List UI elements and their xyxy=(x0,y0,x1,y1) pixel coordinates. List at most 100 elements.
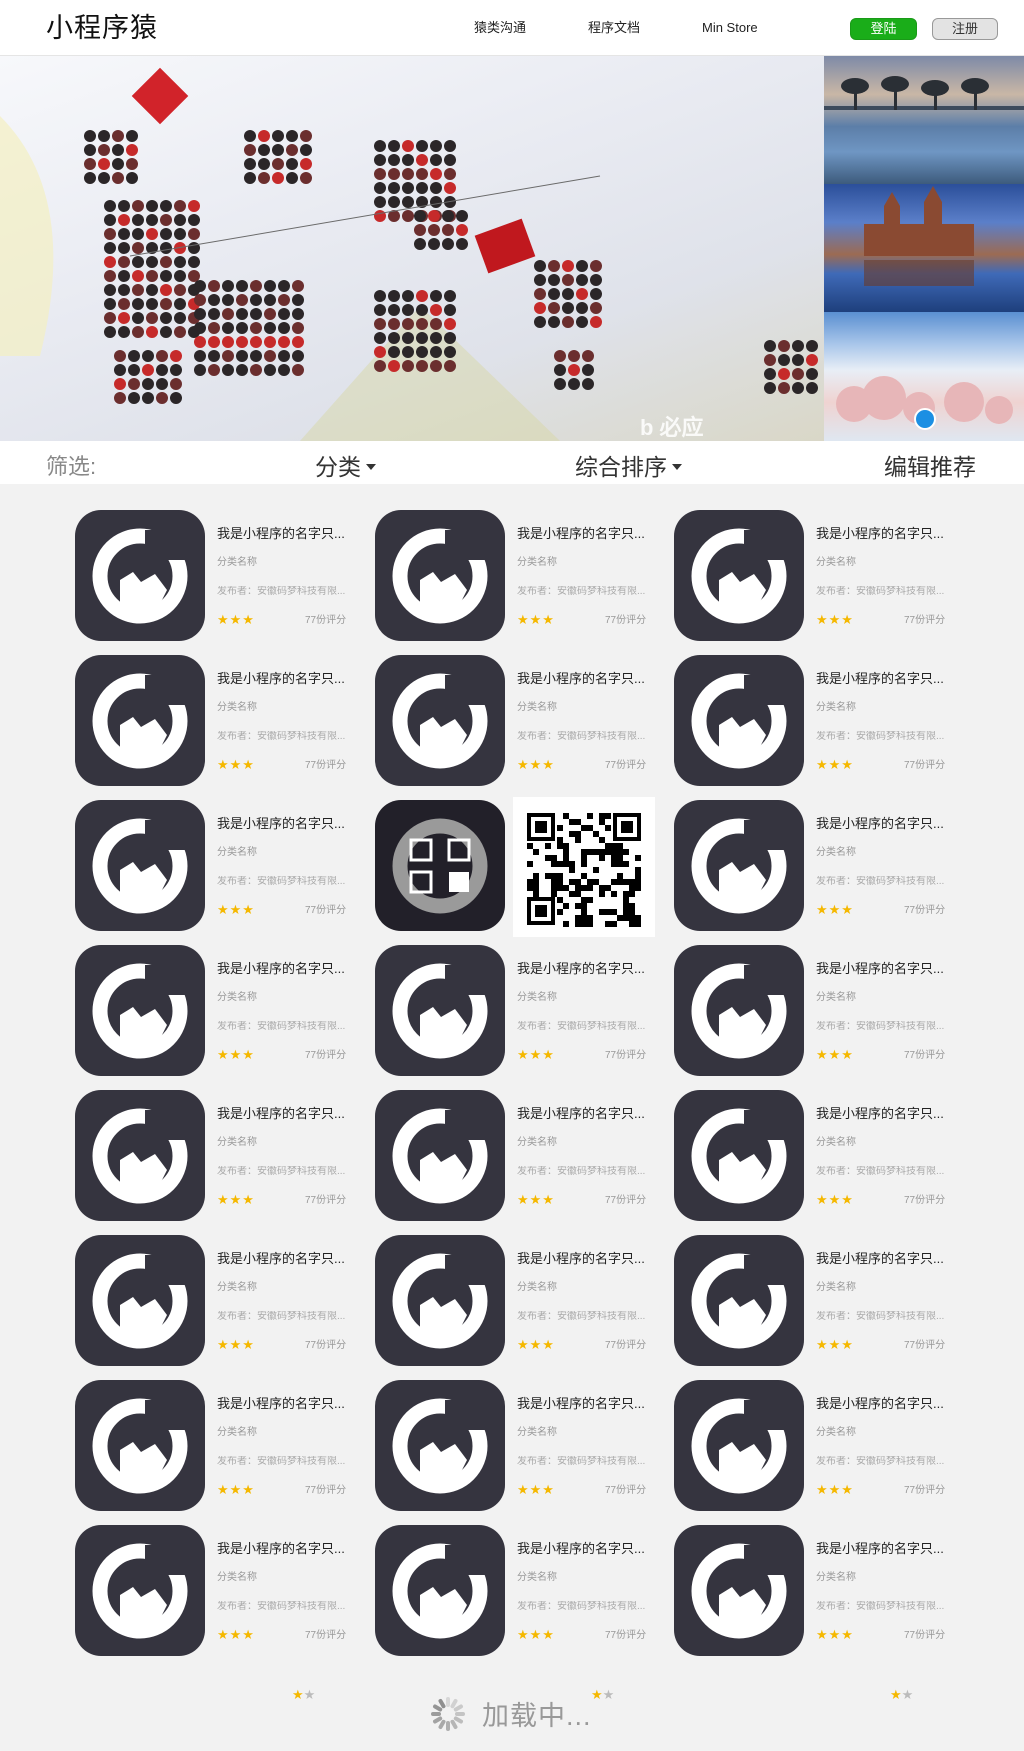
app-name[interactable]: 我是小程序的名字只... xyxy=(217,671,357,687)
app-logo-icon[interactable] xyxy=(375,1380,505,1511)
app-card[interactable]: 我是小程序的名字只... 分类名称 发布者：安徽码梦科技有限... ★★★ 77份评分 xyxy=(375,1090,655,1221)
app-card[interactable]: 我是小程序的名字只... 分类名称 发布者：安徽码梦科技有限... ★★★ 77份评分 xyxy=(75,1525,355,1656)
star-rating-icon: ★★★ xyxy=(816,757,854,772)
app-card[interactable]: 我是小程序的名字只... 分类名称 发布者：安徽码梦科技有限... ★★★ 77份评分 xyxy=(375,510,655,641)
site-logo[interactable]: 小程序猿 xyxy=(46,10,158,46)
app-card[interactable]: 我是小程序的名字只... 分类名称 发布者：安徽码梦科技有限... ★★★ 77份评分 xyxy=(75,1090,355,1221)
login-button[interactable]: 登陆 xyxy=(850,18,917,40)
star-rating-icon: ★★★ xyxy=(517,1627,555,1642)
app-logo-icon[interactable] xyxy=(75,1235,205,1366)
app-name[interactable]: 我是小程序的名字只... xyxy=(517,1396,657,1412)
app-name[interactable]: 我是小程序的名字只... xyxy=(816,1541,956,1557)
category-dropdown[interactable]: 分类 xyxy=(315,448,376,482)
app-card[interactable]: 我是小程序的名字只... 分类名称 发布者：安徽码梦科技有限... ★★★ 77份评分 xyxy=(375,655,655,786)
hero-image[interactable]: b 必应 xyxy=(0,56,824,441)
app-logo-icon[interactable] xyxy=(75,945,205,1076)
app-name[interactable]: 我是小程序的名字只... xyxy=(517,961,657,977)
app-logo-icon[interactable] xyxy=(674,1380,804,1511)
app-name[interactable]: 我是小程序的名字只... xyxy=(816,1251,956,1267)
app-card[interactable]: 我是小程序的名字只... 分类名称 发布者：安徽码梦科技有限... ★★★ 77份评分 xyxy=(674,1090,954,1221)
star-rating-icon: ★★★ xyxy=(217,1192,255,1207)
app-name[interactable]: 我是小程序的名字只... xyxy=(816,961,956,977)
app-logo-icon[interactable] xyxy=(674,1090,804,1221)
banner-thumb-castle[interactable] xyxy=(824,184,1024,312)
app-logo-icon[interactable] xyxy=(75,1090,205,1221)
sort-dropdown[interactable]: 综合排序 xyxy=(575,448,682,482)
app-logo-icon[interactable] xyxy=(375,1090,505,1221)
app-logo-icon[interactable] xyxy=(674,510,804,641)
app-logo-icon[interactable] xyxy=(674,945,804,1076)
app-name[interactable]: 我是小程序的名字只... xyxy=(217,1396,357,1412)
app-logo-icon[interactable] xyxy=(75,800,205,931)
star-rating-icon: ★★★ xyxy=(217,1627,255,1642)
app-name[interactable]: 我是小程序的名字只... xyxy=(816,816,956,832)
spinner-icon xyxy=(431,1697,465,1731)
app-name[interactable]: 我是小程序的名字只... xyxy=(517,671,657,687)
app-logo-icon[interactable] xyxy=(375,655,505,786)
app-name[interactable]: 我是小程序的名字只... xyxy=(517,1106,657,1122)
app-publisher: 发布者：安徽码梦科技有限... xyxy=(517,586,646,597)
app-logo-icon[interactable] xyxy=(75,1380,205,1511)
app-name[interactable]: 我是小程序的名字只... xyxy=(517,1251,657,1267)
app-name[interactable]: 我是小程序的名字只... xyxy=(816,1396,956,1412)
app-card[interactable]: 我是小程序的名字只... 分类名称 发布者：安徽码梦科技有限... ★★★ 77份评分 xyxy=(75,510,355,641)
nav-item-community[interactable]: 猿类沟通 xyxy=(474,20,526,36)
app-card[interactable]: 我是小程序的名字只... 分类名称 发布者：安徽码梦科技有限... ★★★ 77份评分 xyxy=(674,655,954,786)
app-name[interactable]: 我是小程序的名字只... xyxy=(217,526,357,542)
app-card[interactable]: 我是小程序的名字只... 分类名称 发布者：安徽码梦科技有限... ★★★ 77份评分 xyxy=(674,1380,954,1511)
app-name[interactable]: 我是小程序的名字只... xyxy=(816,526,956,542)
nav-item-docs[interactable]: 程序文档 xyxy=(588,20,640,36)
category-dropdown-label: 分类 xyxy=(315,454,361,480)
app-name[interactable]: 我是小程序的名字只... xyxy=(816,671,956,687)
app-logo-icon[interactable] xyxy=(375,800,505,931)
app-card[interactable]: 我是小程序的名字只... 分类名称 发布者：安徽码梦科技有限... ★★★ 77份评分 xyxy=(75,1235,355,1366)
app-logo-icon[interactable] xyxy=(375,510,505,641)
nav-item-min-store[interactable]: Min Store xyxy=(702,20,758,36)
app-card[interactable]: 我是小程序的名字只... 分类名称 发布者：安徽码梦科技有限... ★★★ 77份评分 xyxy=(75,1380,355,1511)
app-card[interactable]: 我是小程序的名字只... 分类名称 发布者：安徽码梦科技有限... ★★★ 77份评分 xyxy=(375,1525,655,1656)
app-name[interactable]: 我是小程序的名字只... xyxy=(217,816,357,832)
app-card[interactable]: 我是小程序的名字只... 分类名称 发布者：安徽码梦科技有限... ★★★ 77份评分 xyxy=(674,1525,954,1656)
app-card[interactable]: 我是小程序的名字只... 分类名称 发布者：安徽码梦科技有限... ★★★ 77份评分 xyxy=(674,945,954,1076)
banner-carousel[interactable]: b 必应 xyxy=(0,56,1024,441)
app-logo-icon[interactable] xyxy=(75,655,205,786)
app-name[interactable]: 我是小程序的名字只... xyxy=(217,1251,357,1267)
app-name[interactable]: 我是小程序的名字只... xyxy=(217,1541,357,1557)
app-logo-icon[interactable] xyxy=(674,1525,804,1656)
app-name[interactable]: 我是小程序的名字只... xyxy=(217,1106,357,1122)
app-name[interactable]: 我是小程序的名字只... xyxy=(217,961,357,977)
app-card[interactable]: 我是小程序的名字只... 分类名称 发布者：安徽码梦科技有限... ★★★ 77份评分 xyxy=(375,1380,655,1511)
carousel-indicator-icon[interactable] xyxy=(914,408,936,430)
app-logo-icon[interactable] xyxy=(674,800,804,931)
banner-thumb-snow[interactable] xyxy=(824,312,1024,441)
app-logo-icon[interactable] xyxy=(375,1235,505,1366)
app-logo-icon[interactable] xyxy=(375,1525,505,1656)
app-publisher: 发布者：安徽码梦科技有限... xyxy=(517,731,646,742)
app-name[interactable]: 我是小程序的名字只... xyxy=(517,1541,657,1557)
rating-count: 77份评分 xyxy=(305,1050,347,1061)
banner-thumb-lake[interactable] xyxy=(824,56,1024,184)
app-card[interactable]: 我是小程序的名字只... 分类名称 发布者：安徽码梦科技有限... ★★★ 77份评分 xyxy=(75,655,355,786)
app-logo-icon[interactable] xyxy=(674,655,804,786)
register-button[interactable]: 注册 xyxy=(932,18,998,40)
qr-hover-card[interactable] xyxy=(375,797,655,937)
app-name[interactable]: 我是小程序的名字只... xyxy=(816,1106,956,1122)
app-name[interactable]: 我是小程序的名字只... xyxy=(517,526,657,542)
app-logo-icon[interactable] xyxy=(75,1525,205,1656)
app-publisher: 发布者：安徽码梦科技有限... xyxy=(517,1166,646,1177)
partial-stars: ★★ xyxy=(890,1687,914,1702)
app-card[interactable]: 我是小程序的名字只... 分类名称 发布者：安徽码梦科技有限... ★★★ 77份评分 xyxy=(674,800,954,931)
app-card[interactable]: 我是小程序的名字只... 分类名称 发布者：安徽码梦科技有限... ★★★ 77份评分 xyxy=(375,1235,655,1366)
app-logo-icon[interactable] xyxy=(674,1235,804,1366)
app-publisher: 发布者：安徽码梦科技有限... xyxy=(816,1601,945,1612)
editor-pick-tab[interactable]: 编辑推荐 xyxy=(884,448,976,482)
app-logo-icon[interactable] xyxy=(375,945,505,1076)
app-logo-icon[interactable] xyxy=(75,510,205,641)
app-card[interactable]: 我是小程序的名字只... 分类名称 发布者：安徽码梦科技有限... ★★★ 77份评分 xyxy=(375,945,655,1076)
app-card[interactable]: 我是小程序的名字只... 分类名称 发布者：安徽码梦科技有限... ★★★ 77份评分 xyxy=(674,510,954,641)
loading-indicator: 加载中... xyxy=(428,1692,668,1732)
app-card[interactable]: 我是小程序的名字只... 分类名称 发布者：安徽码梦科技有限... ★★★ 77份评分 xyxy=(75,945,355,1076)
app-card[interactable]: 我是小程序的名字只... 分类名称 发布者：安徽码梦科技有限... ★★★ 77份评分 xyxy=(75,800,355,931)
app-card[interactable]: 我是小程序的名字只... 分类名称 发布者：安徽码梦科技有限... ★★★ 77份评分 xyxy=(674,1235,954,1366)
star-rating-icon: ★★★ xyxy=(816,1192,854,1207)
